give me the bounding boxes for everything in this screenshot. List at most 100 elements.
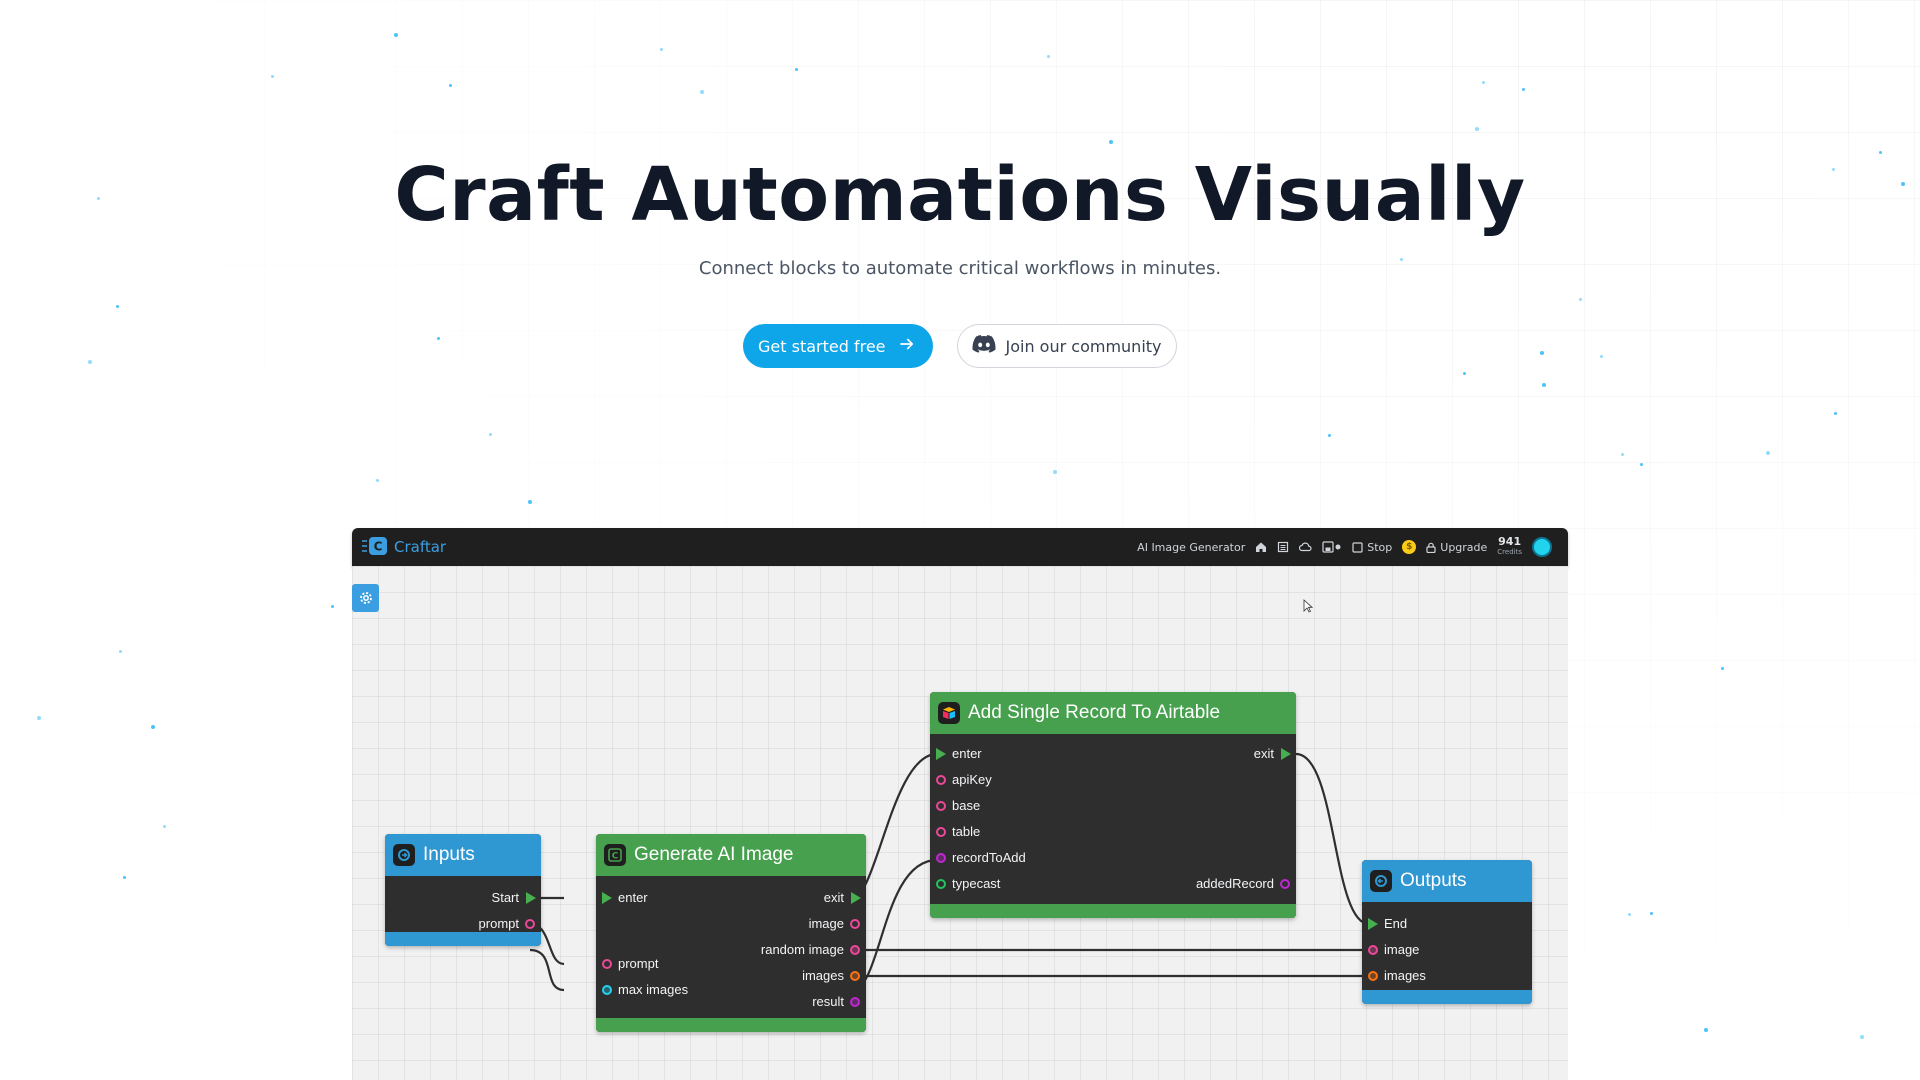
generate-ai-image-node[interactable]: C Generate AI Image enter prompt max ima…: [596, 834, 866, 1032]
hero-title: Craft Automations Visually: [394, 152, 1526, 238]
cta-row: Get started free Join our community: [743, 324, 1177, 368]
inputs-node-header[interactable]: Inputs: [385, 834, 541, 876]
arrow-right-icon: [898, 335, 916, 357]
pin-icon: [850, 971, 860, 981]
port-images[interactable]: images: [802, 968, 866, 984]
port-prompt[interactable]: prompt: [479, 916, 541, 932]
pin-icon: [1280, 879, 1290, 889]
craftar-logo-icon: C: [362, 536, 390, 559]
upgrade-button[interactable]: Upgrade: [1426, 541, 1487, 554]
pin-icon: [936, 775, 946, 785]
svg-text:C: C: [612, 852, 619, 862]
port-result[interactable]: result: [812, 994, 866, 1010]
generate-node-title: Generate AI Image: [634, 844, 794, 865]
port-images[interactable]: images: [1362, 968, 1426, 984]
port-label: typecast: [952, 876, 1001, 891]
document-icon[interactable]: [1277, 541, 1289, 553]
airtable-node[interactable]: Add Single Record To Airtable enter apiK…: [930, 692, 1296, 918]
credits-counter: 941 Credits: [1497, 536, 1522, 558]
wire-airtable-exit-to-end: [1295, 752, 1370, 926]
pin-icon: [1368, 971, 1378, 981]
port-image[interactable]: image: [1362, 942, 1419, 958]
app-window: C Craftar AI Image Generator Stop $ Upgr…: [352, 528, 1568, 1080]
stop-label: Stop: [1367, 540, 1393, 554]
hero-subtitle: Connect blocks to automate critical work…: [698, 258, 1222, 279]
exec-pin-icon: [1368, 918, 1378, 930]
port-label: image: [808, 916, 844, 931]
exec-pin-icon: [602, 892, 612, 904]
port-enter[interactable]: enter: [596, 890, 648, 906]
stop-icon: [1352, 541, 1363, 553]
exec-pin-icon: [1281, 748, 1291, 760]
port-image[interactable]: image: [809, 916, 866, 932]
project-name[interactable]: AI Image Generator: [1137, 541, 1245, 554]
pin-icon: [850, 919, 860, 929]
port-label: exit: [1253, 746, 1274, 761]
pin-icon: [525, 919, 535, 929]
port-start[interactable]: Start: [492, 890, 541, 906]
port-exit[interactable]: exit: [824, 890, 866, 906]
credits-value: 941: [1498, 535, 1522, 548]
port-prompt[interactable]: prompt: [596, 956, 658, 972]
port-random-image[interactable]: random image: [761, 942, 866, 958]
pin-icon: [936, 827, 946, 837]
port-exit[interactable]: exit: [1254, 746, 1296, 762]
outputs-node-title: Outputs: [1400, 870, 1467, 891]
join-community-button[interactable]: Join our community: [956, 324, 1177, 368]
inputs-node[interactable]: Inputs Start prompt count: [385, 834, 541, 946]
generate-node-header[interactable]: C Generate AI Image: [596, 834, 866, 876]
port-label: apiKey: [952, 772, 992, 787]
port-label: random image: [760, 942, 844, 957]
lock-icon: [1426, 542, 1436, 553]
port-label: images: [1384, 968, 1426, 983]
stop-button[interactable]: Stop: [1352, 541, 1392, 554]
settings-button[interactable]: [352, 584, 379, 612]
port-record-to-add[interactable]: recordToAdd: [930, 850, 1026, 866]
airtable-node-header[interactable]: Add Single Record To Airtable: [930, 692, 1296, 734]
pin-icon: [850, 997, 860, 1007]
exec-pin-icon: [851, 892, 861, 904]
inputs-node-icon: [393, 844, 415, 866]
port-table[interactable]: table: [930, 824, 980, 840]
exec-pin-icon: [526, 892, 536, 904]
mouse-cursor-icon: [1303, 598, 1314, 617]
port-enter[interactable]: enter: [930, 746, 982, 762]
outputs-node[interactable]: Outputs End image images: [1362, 860, 1532, 1004]
port-max-images[interactable]: max images: [596, 982, 688, 998]
pin-icon: [936, 879, 946, 889]
coin-icon[interactable]: $: [1402, 540, 1417, 554]
cloud-icon[interactable]: [1299, 541, 1312, 553]
port-label: enter: [618, 890, 648, 905]
port-base[interactable]: base: [930, 798, 980, 814]
port-label: Start: [491, 890, 519, 905]
port-label: result: [812, 994, 844, 1009]
app-topbar: C Craftar AI Image Generator Stop $ Upgr…: [352, 528, 1568, 566]
pin-icon: [850, 945, 860, 955]
app-brand[interactable]: C Craftar: [362, 536, 446, 559]
user-avatar[interactable]: [1532, 537, 1552, 557]
port-label: prompt: [618, 956, 659, 971]
port-label: base: [952, 798, 981, 813]
flow-canvas[interactable]: Inputs Start prompt count C Generate AI …: [352, 566, 1568, 1080]
get-started-button[interactable]: Get started free: [743, 324, 933, 368]
outputs-node-header[interactable]: Outputs: [1362, 860, 1532, 902]
port-typecast[interactable]: typecast: [930, 876, 1000, 892]
exec-pin-icon: [936, 748, 946, 760]
port-label: image: [1384, 942, 1420, 957]
save-icon[interactable]: [1322, 541, 1342, 553]
port-apikey[interactable]: apiKey: [930, 772, 992, 788]
svg-text:C: C: [374, 539, 383, 553]
port-label: max images: [618, 982, 689, 997]
port-label: enter: [952, 746, 982, 761]
port-label: exit: [823, 890, 844, 905]
topbar-actions: AI Image Generator Stop $ Upgrade 941 Cr…: [1137, 536, 1552, 558]
pin-icon: [602, 985, 612, 995]
home-icon[interactable]: [1255, 541, 1267, 553]
port-added-record[interactable]: addedRecord: [1196, 876, 1296, 892]
node-footer: [1362, 990, 1532, 1004]
port-label: End: [1384, 916, 1408, 931]
port-end[interactable]: End: [1362, 916, 1407, 932]
pin-icon: [936, 801, 946, 811]
port-label: addedRecord: [1195, 876, 1274, 891]
node-footer: [385, 932, 541, 946]
